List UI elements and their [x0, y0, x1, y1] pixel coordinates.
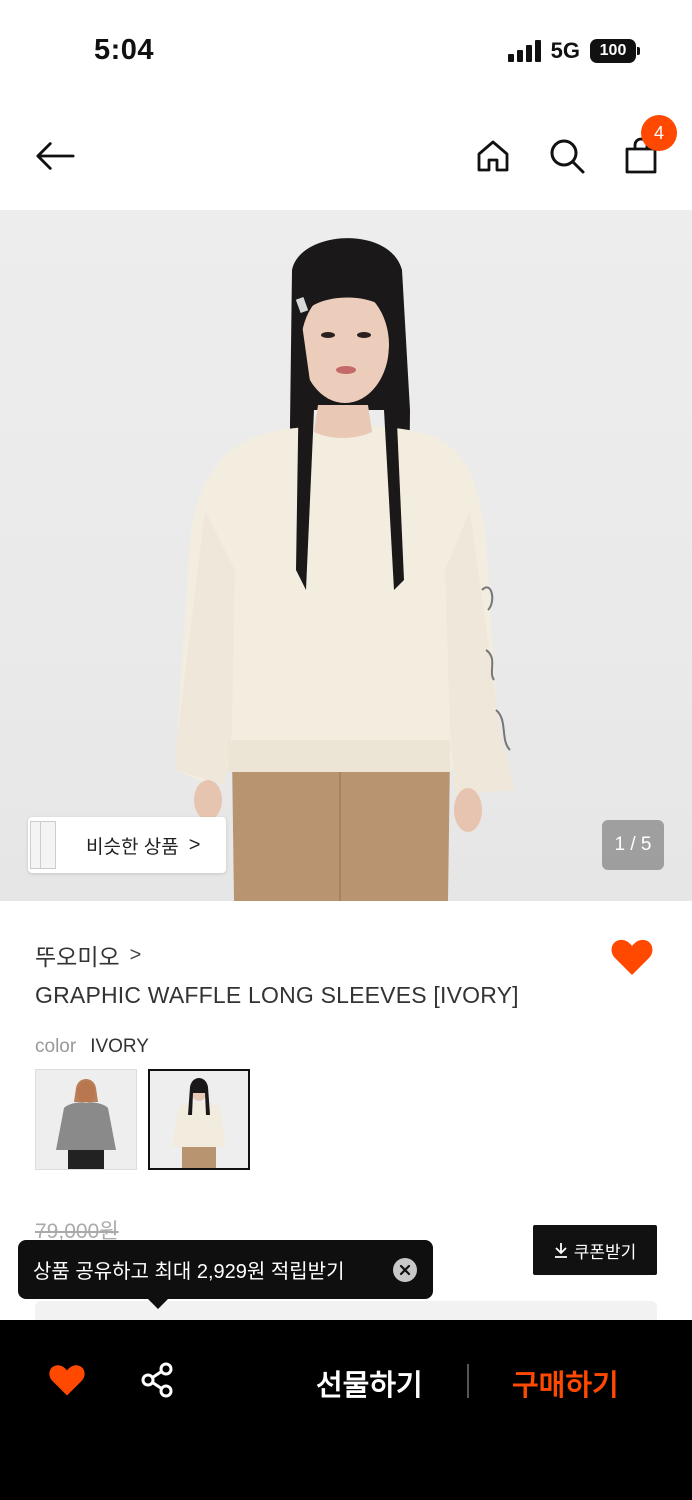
arrow-left-icon	[36, 142, 75, 170]
toast-close-button[interactable]	[393, 1258, 417, 1282]
chevron-right-icon: >	[129, 943, 142, 966]
search-icon	[550, 139, 585, 174]
divider	[467, 1364, 469, 1398]
search-button[interactable]	[547, 136, 587, 176]
top-nav-bar	[0, 100, 692, 210]
signal-icon	[507, 40, 541, 62]
color-swatch-gray[interactable]	[35, 1069, 137, 1170]
product-photo	[175, 238, 515, 901]
home-icon	[477, 140, 509, 172]
network-label: 5G	[550, 38, 580, 63]
brand-link[interactable]: 뚜오미오 >	[35, 938, 141, 972]
status-time: 5:04	[94, 34, 155, 66]
color-swatch-ivory[interactable]	[148, 1069, 250, 1170]
product-name: GRAPHIC WAFFLE LONG SLEEVES [IVORY]	[35, 982, 519, 1008]
color-row: color IVORY	[35, 1036, 149, 1058]
buy-button[interactable]: 구매하기	[512, 1362, 619, 1404]
coupon-label: 쿠폰받기	[573, 1242, 637, 1262]
back-button[interactable]	[35, 136, 75, 176]
home-button[interactable]	[473, 136, 513, 176]
download-icon	[554, 1243, 567, 1258]
similar-products-thumbnail-stack	[28, 817, 64, 873]
battery-icon: 100	[590, 39, 640, 63]
share-icon[interactable]	[140, 1362, 174, 1398]
cart-count-badge: 4	[641, 115, 677, 151]
close-icon	[399, 1264, 411, 1276]
product-image-carousel[interactable]: 비슷한 상품 > 1 / 5	[0, 210, 692, 901]
image-page-indicator: 1 / 5	[602, 820, 664, 870]
similar-products-button[interactable]: 비슷한 상품 >	[28, 817, 226, 873]
chevron-right-icon: >	[188, 833, 201, 856]
status-bar: 5:04 5G 100	[0, 0, 692, 100]
coupon-button[interactable]: 쿠폰받기	[533, 1225, 657, 1275]
heart-icon[interactable]	[48, 1362, 86, 1398]
brand-name: 뚜오미오	[35, 944, 120, 970]
gift-button[interactable]: 선물하기	[316, 1362, 423, 1404]
bottom-action-bar: 선물하기 구매하기	[0, 1320, 692, 1500]
similar-products-label: 비슷한 상품	[86, 836, 179, 858]
toast-message: 상품 공유하고 최대 2,929원 적립받기	[33, 1261, 345, 1283]
color-label: color	[35, 1036, 77, 1057]
heart-icon[interactable]	[610, 936, 654, 978]
share-reward-toast: 상품 공유하고 최대 2,929원 적립받기	[18, 1240, 433, 1309]
battery-level: 100	[599, 42, 627, 59]
color-value: IVORY	[90, 1036, 149, 1057]
swatch-thumbnail	[36, 1070, 136, 1169]
status-indicators: 5G 100	[507, 38, 640, 64]
swatch-thumbnail	[150, 1071, 248, 1168]
